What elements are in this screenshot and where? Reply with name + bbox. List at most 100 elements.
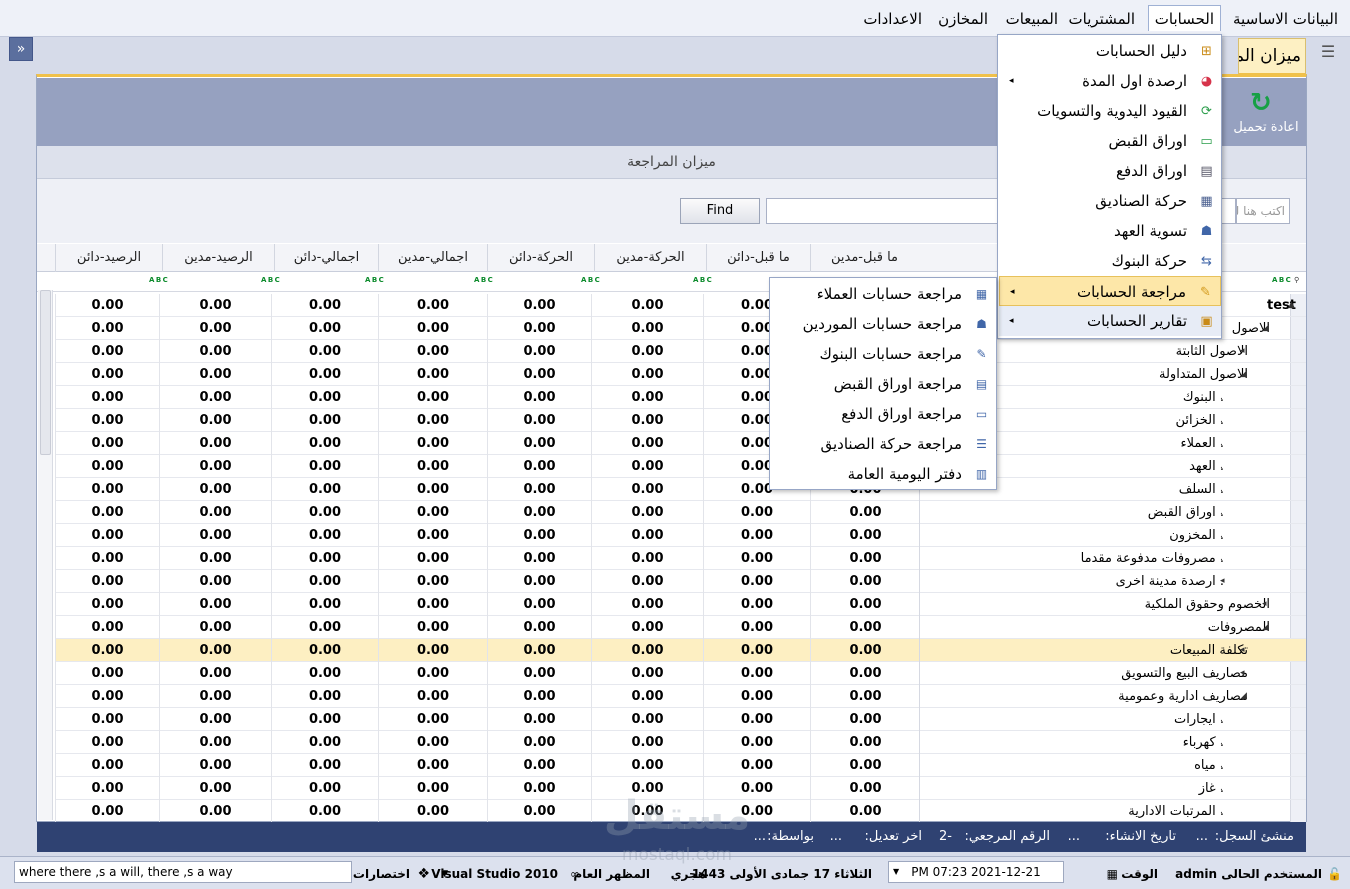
amount-cell[interactable]: 0.00 [271, 317, 378, 340]
expand-toggle-icon[interactable]: ◢ [1262, 616, 1269, 639]
amount-cell[interactable]: 0.00 [591, 777, 703, 800]
amount-cell[interactable]: 0.00 [591, 386, 703, 409]
amount-cell[interactable]: 0.00 [591, 340, 703, 363]
amount-cell[interactable]: 0.00 [55, 777, 159, 800]
expand-toggle-icon[interactable]: ◂ [1220, 570, 1225, 593]
submenu-item[interactable]: ▭ مراجعة اوراق الدفع [771, 399, 996, 429]
amount-cell[interactable]: 0.00 [271, 501, 378, 524]
amount-cell[interactable]: 0.00 [487, 708, 591, 731]
menu-purchases[interactable]: المشتريات [1063, 6, 1141, 32]
account-name[interactable]: مصاريف ادارية وعمومية [1118, 685, 1248, 708]
expand-toggle-icon[interactable]: . [1220, 547, 1223, 570]
amount-cell[interactable]: 0.00 [703, 731, 810, 754]
amount-cell[interactable]: 0.00 [271, 547, 378, 570]
amount-cell[interactable]: 0.00 [810, 570, 920, 593]
expand-toggle-icon[interactable]: . [1220, 754, 1223, 777]
amount-cell[interactable]: 0.00 [55, 317, 159, 340]
amount-cell[interactable]: 0.00 [159, 409, 271, 432]
amount-cell[interactable]: 0.00 [378, 731, 487, 754]
amount-cell[interactable]: 0.00 [487, 777, 591, 800]
amount-cell[interactable]: 0.00 [159, 317, 271, 340]
amount-cell[interactable]: 0.00 [271, 639, 378, 662]
column-header[interactable]: الرصيد-مدين [162, 244, 274, 272]
amount-cell[interactable]: 0.00 [487, 455, 591, 478]
submenu-item[interactable]: ☰ مراجعة حركة الصناديق [771, 429, 996, 459]
amount-cell[interactable]: 0.00 [271, 340, 378, 363]
amount-cell[interactable]: 0.00 [159, 501, 271, 524]
amount-cell[interactable]: 0.00 [55, 639, 159, 662]
amount-cell[interactable]: 0.00 [810, 685, 920, 708]
expand-toggle-icon[interactable]: . [1220, 432, 1223, 455]
reload-button[interactable]: ↻ اعادة تحميل [1228, 82, 1304, 142]
search-placeholder[interactable]: اكتب هنا للبحث [1236, 198, 1290, 224]
expand-toggle-icon[interactable]: . [1220, 501, 1223, 524]
amount-cell[interactable]: 0.00 [271, 570, 378, 593]
amount-cell[interactable]: 0.00 [487, 639, 591, 662]
amount-cell[interactable]: 0.00 [55, 294, 159, 317]
amount-cell[interactable]: 0.00 [810, 708, 920, 731]
account-name[interactable]: مصاريف البيع والتسويق [1121, 662, 1248, 685]
amount-cell[interactable]: 0.00 [378, 524, 487, 547]
amount-cell[interactable]: 0.00 [55, 685, 159, 708]
column-header[interactable]: ما قبل-دائن [706, 244, 810, 272]
amount-cell[interactable]: 0.00 [810, 593, 920, 616]
account-name[interactable]: . السلف [1179, 478, 1224, 501]
scrollbar-thumb[interactable] [40, 290, 51, 455]
amount-cell[interactable]: 0.00 [591, 593, 703, 616]
amount-cell[interactable]: 0.00 [159, 777, 271, 800]
amount-cell[interactable]: 0.00 [159, 524, 271, 547]
filter-abc-icon[interactable]: A B C [261, 276, 280, 284]
amount-cell[interactable]: 0.00 [271, 708, 378, 731]
account-name[interactable]: . المخزون [1169, 524, 1224, 547]
amount-cell[interactable]: 0.00 [378, 409, 487, 432]
amount-cell[interactable]: 0.00 [159, 639, 271, 662]
amount-cell[interactable]: 0.00 [810, 662, 920, 685]
account-name[interactable]: . العهد [1189, 455, 1224, 478]
account-name[interactable]: الاصول المتداولة [1159, 363, 1248, 386]
account-name[interactable]: . اوراق القبض [1148, 501, 1224, 524]
amount-cell[interactable]: 0.00 [703, 685, 810, 708]
amount-cell[interactable]: 0.00 [159, 616, 271, 639]
account-name[interactable]: . كهرباء [1183, 731, 1224, 754]
account-name[interactable]: . العملاء [1181, 432, 1225, 455]
amount-cell[interactable]: 0.00 [159, 455, 271, 478]
menu-accounts[interactable]: الحسابات [1147, 5, 1221, 31]
amount-cell[interactable]: 0.00 [271, 409, 378, 432]
expand-toggle-icon[interactable]: . [1220, 800, 1223, 822]
amount-cell[interactable]: 0.00 [591, 731, 703, 754]
expand-toggle-icon[interactable]: . [1220, 777, 1223, 800]
amount-cell[interactable]: 0.00 [591, 363, 703, 386]
table-row[interactable]: المصروفات ◢ 0.00 0.00 0.00 0.00 0.00 0.00 0.00 0.… [55, 616, 1306, 639]
expand-toggle-icon[interactable]: ◢ [1240, 363, 1247, 386]
submenu-item[interactable]: ✎ مراجعة حسابات البنوك [771, 339, 996, 369]
amount-cell[interactable]: 0.00 [159, 363, 271, 386]
amount-cell[interactable]: 0.00 [378, 777, 487, 800]
amount-cell[interactable]: 0.00 [487, 593, 591, 616]
amount-cell[interactable]: 0.00 [487, 386, 591, 409]
amount-cell[interactable]: 0.00 [703, 662, 810, 685]
table-row[interactable]: مصاريف ادارية وعمومية ◢ 0.00 0.00 0.00 0.00 0.… [55, 685, 1306, 708]
expand-toggle-icon[interactable]: ◢ [1240, 685, 1247, 708]
amount-cell[interactable]: 0.00 [55, 800, 159, 822]
expand-toggle-icon[interactable]: . [1220, 524, 1223, 547]
table-row[interactable]: مصاريف البيع والتسويق ◂ 0.00 0.00 0.00 0.00 0.… [55, 662, 1306, 685]
amount-cell[interactable]: 0.00 [271, 386, 378, 409]
amount-cell[interactable]: 0.00 [378, 593, 487, 616]
amount-cell[interactable]: 0.00 [55, 409, 159, 432]
table-row[interactable]: . ايجارات. 0.00 0.00 0.00 0.00 0.00 0.00 0.00 0.… [55, 708, 1306, 731]
amount-cell[interactable]: 0.00 [159, 340, 271, 363]
expand-toggle-icon[interactable]: ◂ [1240, 662, 1245, 685]
amount-cell[interactable]: 0.00 [271, 754, 378, 777]
amount-cell[interactable]: 0.00 [271, 685, 378, 708]
amount-cell[interactable]: 0.00 [703, 593, 810, 616]
amount-cell[interactable]: 0.00 [591, 409, 703, 432]
submenu-item[interactable]: ☗ مراجعة حسابات الموردين [771, 309, 996, 339]
amount-cell[interactable]: 0.00 [55, 363, 159, 386]
amount-cell[interactable]: 0.00 [487, 662, 591, 685]
amount-cell[interactable]: 0.00 [591, 478, 703, 501]
amount-cell[interactable]: 0.00 [487, 731, 591, 754]
amount-cell[interactable]: 0.00 [487, 800, 591, 822]
amount-cell[interactable]: 0.00 [591, 455, 703, 478]
filter-abc-icon[interactable]: A B C [581, 276, 600, 284]
amount-cell[interactable]: 0.00 [271, 524, 378, 547]
